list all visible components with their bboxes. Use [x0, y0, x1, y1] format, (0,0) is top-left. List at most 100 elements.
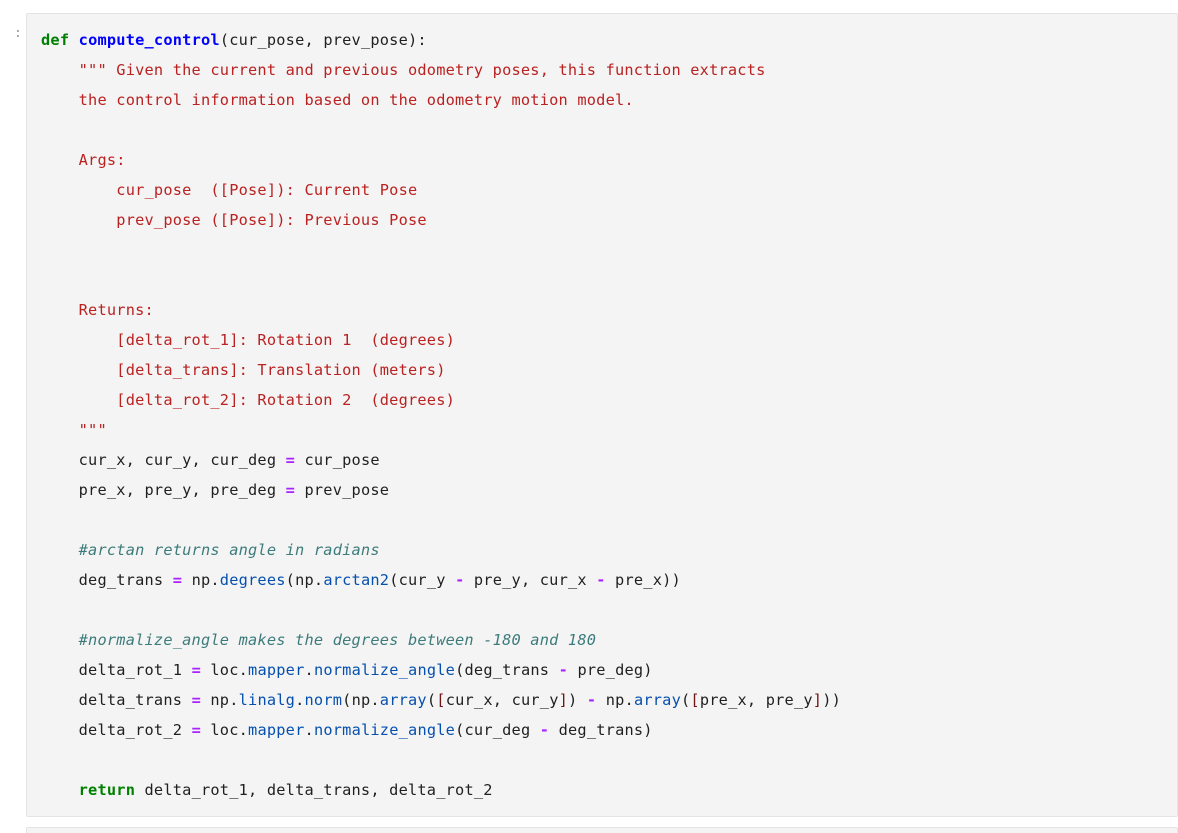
- code-token-plain: pre_x, pre_y: [699, 691, 813, 709]
- code-token-plain: (deg_trans: [455, 661, 559, 679]
- code-token-plain: delta_rot_2: [41, 721, 192, 739]
- code-line: [delta_trans]: Translation (meters): [41, 361, 446, 379]
- code-line: cur_x, cur_y, cur_deg = cur_pose: [41, 451, 380, 469]
- code-token-str: """: [78, 421, 107, 439]
- code-token-attr: array: [379, 691, 427, 709]
- code-token-plain: ): [568, 691, 587, 709]
- code-token-str: Args:: [78, 151, 126, 169]
- code-line: cur_pose ([Pose]): Current Pose: [41, 181, 417, 199]
- cell-prompt-label: :: [13, 25, 22, 41]
- code-token-str: prev_pose ([Pose]): Previous Pose: [116, 211, 427, 229]
- code-token-brk: ]: [812, 691, 823, 709]
- code-token-plain: np.: [596, 691, 634, 709]
- code-token-op: -: [558, 661, 569, 679]
- code-token-op: -: [586, 691, 597, 709]
- code-line: deg_trans = np.degrees(np.arctan2(cur_y …: [41, 571, 681, 589]
- code-token-fname: compute_control: [78, 31, 220, 49]
- code-line: #normalize_angle makes the degrees betwe…: [41, 631, 596, 649]
- code-token-str: the control information based on the odo…: [78, 91, 634, 109]
- code-line: pre_x, pre_y, pre_deg = prev_pose: [41, 481, 389, 499]
- code-token-str: [delta_rot_1]: Rotation 1 (degrees): [116, 331, 456, 349]
- code-token-kw: def: [41, 31, 70, 49]
- code-token-op: -: [596, 571, 606, 589]
- code-token-str: [delta_trans]: Translation (meters): [116, 361, 446, 379]
- notebook-code-cell[interactable]: : def compute_control(cur_pose, prev_pos…: [0, 13, 1178, 817]
- code-token-str: Returns:: [78, 301, 154, 319]
- code-token-brk: [: [690, 691, 700, 709]
- code-token-plain: (: [681, 691, 691, 709]
- code-token-kw: return: [78, 781, 136, 799]
- code-token-attr: mapper: [248, 661, 305, 679]
- code-token-plain: deg_trans): [549, 721, 653, 739]
- code-token-plain: .: [304, 661, 314, 679]
- code-token-plain: cur_pose: [295, 451, 380, 469]
- code-token-str: cur_pose ([Pose]): Current Pose: [116, 181, 418, 199]
- code-token-plain: delta_trans: [41, 691, 192, 709]
- code-token-plain: .: [304, 721, 314, 739]
- code-token-str: [delta_rot_2]: Rotation 2 (degrees): [116, 391, 456, 409]
- code-token-attr: normalize_angle: [313, 661, 456, 679]
- code-token-op: =: [191, 721, 201, 739]
- code-token-op: =: [191, 691, 201, 709]
- code-token-attr: degrees: [219, 571, 286, 589]
- code-line: [delta_rot_1]: Rotation 1 (degrees): [41, 331, 455, 349]
- code-token-plain: prev_pose: [295, 481, 390, 499]
- code-token-attr: normalize_angle: [313, 721, 456, 739]
- code-line: delta_rot_2 = loc.mapper.normalize_angle…: [41, 721, 653, 739]
- notebook-code-cell[interactable]: [0, 827, 1178, 833]
- code-token-op: =: [285, 451, 296, 469]
- code-token-attr: norm: [304, 691, 343, 709]
- code-token-plain: deg_trans: [41, 571, 173, 589]
- code-token-attr: linalg: [238, 691, 296, 709]
- code-token-com: #arctan returns angle in radians: [78, 541, 380, 559]
- code-line: """: [41, 421, 107, 439]
- code-token-plain: loc.: [200, 721, 249, 739]
- code-token-plain: delta_rot_1: [41, 661, 192, 679]
- code-token-plain: (np.: [285, 571, 324, 589]
- notebook-container: : def compute_control(cur_pose, prev_pos…: [0, 0, 1178, 833]
- code-line: the control information based on the odo…: [41, 91, 634, 109]
- code-token-brk: [: [436, 691, 446, 709]
- cell-input-area[interactable]: def compute_control(cur_pose, prev_pose)…: [26, 13, 1178, 817]
- code-token-plain: pre_x)): [605, 571, 681, 589]
- code-token-plain: )): [822, 691, 842, 709]
- code-token-op: =: [172, 571, 183, 589]
- code-token-plain: delta_rot_1, delta_trans, delta_rot_2: [135, 781, 493, 799]
- code-token-plain: pre_x, pre_y, pre_deg: [41, 481, 286, 499]
- code-token-plain: np.: [200, 691, 239, 709]
- code-token-plain: pre_y, cur_x: [464, 571, 597, 589]
- code-token-attr: arctan2: [323, 571, 390, 589]
- code-token-brk: ]: [558, 691, 569, 709]
- cell-input-area[interactable]: [26, 827, 1178, 833]
- code-token-op: =: [191, 661, 201, 679]
- code-line: prev_pose ([Pose]): Previous Pose: [41, 211, 427, 229]
- code-line: [delta_rot_2]: Rotation 2 (degrees): [41, 391, 455, 409]
- code-token-op: =: [285, 481, 296, 499]
- code-token-plain: (np.: [342, 691, 380, 709]
- code-line: Returns:: [41, 301, 154, 319]
- code-line: delta_trans = np.linalg.norm(np.array([c…: [41, 691, 841, 709]
- code-token-str: """ Given the current and previous odome…: [78, 61, 766, 79]
- code-editor[interactable]: def compute_control(cur_pose, prev_pose)…: [41, 25, 1177, 805]
- code-token-plain: (cur_y: [389, 571, 456, 589]
- code-token-com: #normalize_angle makes the degrees betwe…: [78, 631, 597, 649]
- code-line: #arctan returns angle in radians: [41, 541, 380, 559]
- code-line: delta_rot_1 = loc.mapper.normalize_angle…: [41, 661, 653, 679]
- code-token-plain: (cur_pose, prev_pose):: [219, 31, 427, 49]
- code-line: def compute_control(cur_pose, prev_pose)…: [41, 31, 427, 49]
- code-token-plain: np.: [182, 571, 220, 589]
- cell-prompt-label: [0, 827, 26, 833]
- code-token-plain: .: [295, 691, 305, 709]
